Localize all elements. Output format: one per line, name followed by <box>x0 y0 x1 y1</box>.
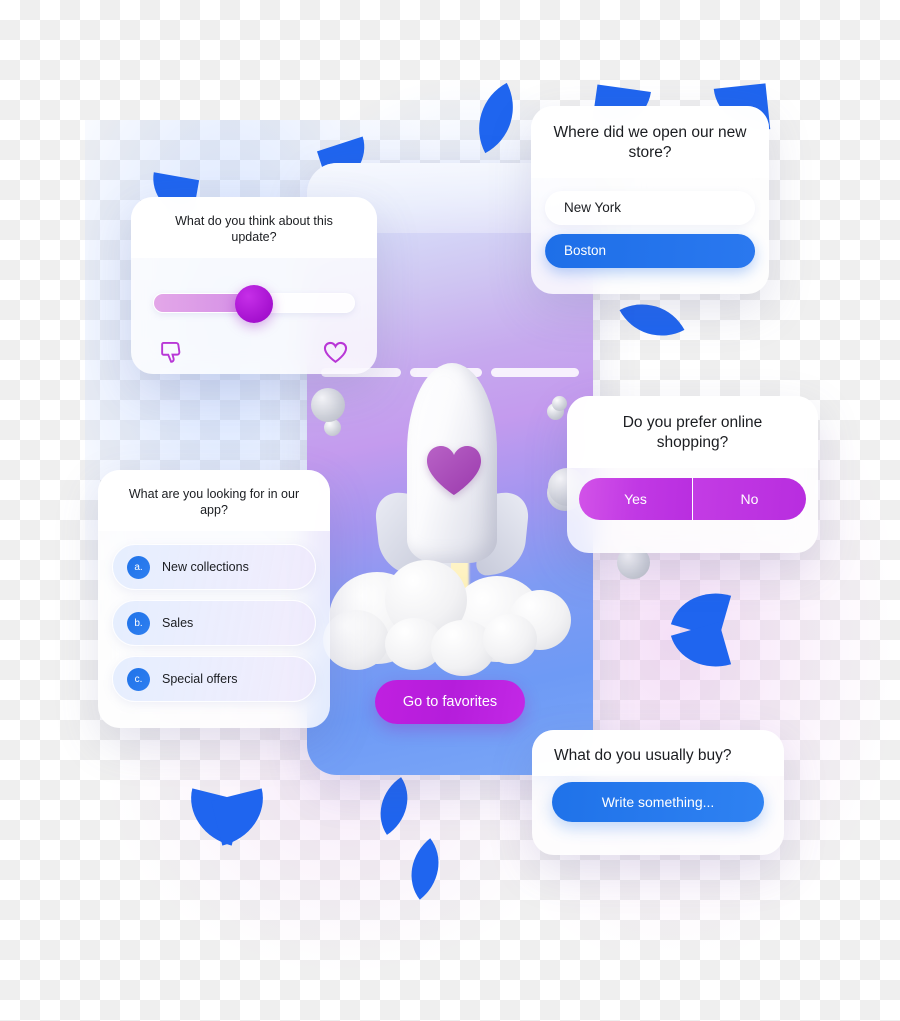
buy-card-body: Write something... <box>532 776 784 836</box>
decorative-sphere <box>311 388 345 422</box>
survey-card-yes-no: Do you prefer online shopping? Yes No <box>567 396 818 553</box>
petal-shape-icon <box>393 838 457 900</box>
choices-card-question: What are you looking for in our app? <box>98 470 330 531</box>
no-button[interactable]: No <box>693 477 806 520</box>
choice-badge: a. <box>127 555 150 579</box>
choice-label: New collections <box>162 560 249 574</box>
decorative-sphere <box>552 396 567 411</box>
slider-icon-row <box>159 339 349 366</box>
yes-button[interactable]: Yes <box>579 477 692 520</box>
illustration-canvas: Go to favorites What do you think about … <box>0 0 900 1021</box>
cloud-puff <box>323 610 389 670</box>
write-something-input[interactable]: Write something... <box>552 781 764 822</box>
store-option-boston[interactable]: Boston <box>545 233 755 268</box>
choices-card-options: a. New collections b. Sales c. Special o… <box>98 531 330 727</box>
store-option-new-york[interactable]: New York <box>545 190 755 225</box>
survey-card-slider: What do you think about this update? <box>131 197 377 374</box>
cloud-illustration <box>323 558 578 688</box>
petal-shape-icon <box>670 621 732 679</box>
yesno-card-buttons: Yes No <box>567 468 818 534</box>
slider-thumb[interactable] <box>235 285 273 323</box>
survey-card-open-text: What do you usually buy? Write something… <box>532 730 784 855</box>
slider-card-body <box>131 258 377 374</box>
rating-slider[interactable] <box>153 285 355 323</box>
thumbs-down-icon[interactable] <box>159 339 186 366</box>
petal-shape-icon <box>619 287 685 353</box>
choice-option-sales[interactable]: b. Sales <box>112 600 316 646</box>
survey-card-multiple-choice: What are you looking for in our app? a. … <box>98 470 330 728</box>
petal-shape-icon <box>460 82 532 154</box>
buy-card-question: What do you usually buy? <box>532 730 784 776</box>
choice-label: Special offers <box>162 672 238 686</box>
choice-badge: b. <box>127 611 150 635</box>
survey-card-store-location: Where did we open our new store? New Yor… <box>531 106 769 294</box>
go-to-favorites-button[interactable]: Go to favorites <box>375 680 525 724</box>
heart-icon[interactable] <box>322 339 349 366</box>
choice-label: Sales <box>162 616 194 630</box>
store-card-options: New York Boston <box>531 178 769 292</box>
choice-option-special-offers[interactable]: c. Special offers <box>112 656 316 702</box>
store-card-question: Where did we open our new store? <box>531 106 769 178</box>
cloud-puff <box>483 614 537 664</box>
petal-shape-icon <box>364 777 424 835</box>
yes-no-button-row: Yes No <box>579 477 806 520</box>
slider-card-question: What do you think about this update? <box>131 197 377 258</box>
choice-badge: c. <box>127 667 150 691</box>
heart-icon <box>427 446 481 495</box>
yesno-card-question: Do you prefer online shopping? <box>567 396 818 468</box>
choice-option-new-collections[interactable]: a. New collections <box>112 544 316 590</box>
